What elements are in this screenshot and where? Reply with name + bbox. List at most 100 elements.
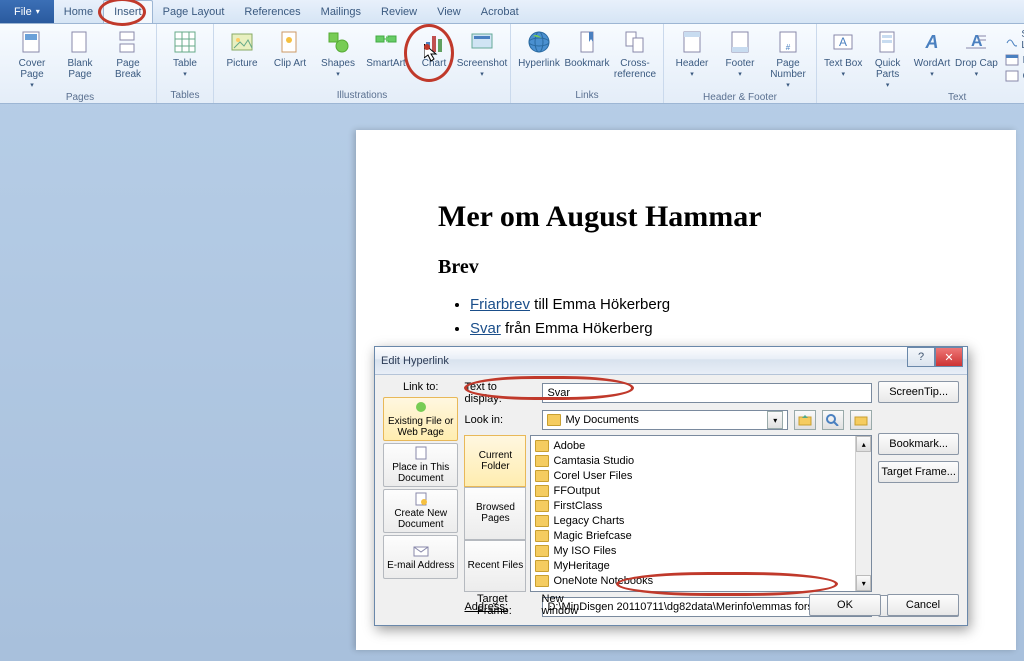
tab-file[interactable]: File [0, 0, 54, 23]
tab-page-layout[interactable]: Page Layout [153, 0, 235, 23]
btn-blank-page[interactable]: Blank Page [56, 26, 104, 80]
file-name: Corel User Files [553, 470, 632, 482]
tab-review[interactable]: Review [371, 0, 427, 23]
up-folder-button[interactable] [794, 410, 816, 430]
screentip-button[interactable]: ScreenTip... [878, 381, 959, 403]
tab-home[interactable]: Home [54, 0, 103, 23]
label: Page Number [764, 58, 812, 80]
list-item[interactable]: FFOutput [535, 483, 867, 498]
folder-icon [535, 545, 549, 557]
file-name: MyHeritage [553, 560, 609, 572]
btn-dropcap[interactable]: ADrop Cap [954, 26, 998, 79]
open-folder-icon [854, 414, 868, 426]
btn-quickparts[interactable]: Quick Parts [865, 26, 909, 90]
linkto-email[interactable]: E-mail Address [383, 535, 458, 579]
linkto-place-in-doc[interactable]: Place in This Document [383, 443, 458, 487]
text: från Emma Hökerberg [501, 320, 653, 337]
list-item[interactable]: Adobe [535, 438, 867, 453]
doc-heading-1: Mer om August Hammar [438, 200, 976, 234]
file-listbox[interactable]: Adobe Camtasia Studio Corel User Files F… [530, 435, 872, 592]
text-to-display-input[interactable] [542, 383, 872, 403]
btn-signature-line[interactable]: Signature Line▾ [1001, 28, 1024, 52]
label: Cross-reference [611, 58, 659, 80]
file-name: Camtasia Studio [553, 455, 634, 467]
list-item[interactable]: Corel User Files [535, 468, 867, 483]
btn-page-break[interactable]: Page Break [104, 26, 152, 80]
linkto-create-new[interactable]: Create New Document [383, 489, 458, 533]
ok-button[interactable]: OK [809, 594, 881, 616]
up-folder-icon [798, 414, 812, 426]
list-item[interactable]: FirstClass [535, 498, 867, 513]
list-item[interactable]: Legacy Charts [535, 513, 867, 528]
tab-mailings[interactable]: Mailings [311, 0, 371, 23]
btn-header[interactable]: Header [668, 26, 716, 79]
list-item[interactable]: OneNote Notebooks [535, 573, 867, 588]
file-name: OneNote Notebooks [553, 575, 653, 587]
btn-crossref[interactable]: Cross-reference [611, 26, 659, 80]
file-name: Magic Briefcase [553, 530, 631, 542]
label: Quick Parts [865, 58, 909, 80]
dialog-title: Edit Hyperlink [381, 355, 449, 367]
label: Cover Page [8, 58, 56, 80]
btn-shapes[interactable]: Shapes [314, 26, 362, 79]
browse-file-button[interactable] [850, 410, 872, 430]
cancel-button[interactable]: Cancel [887, 594, 959, 616]
btn-clipart[interactable]: Clip Art [266, 26, 314, 69]
page-icon [413, 446, 429, 460]
label: Screenshot [457, 58, 508, 69]
btn-cover-page[interactable]: Cover Page [8, 26, 56, 90]
menu-tab-row: File Home Insert Page Layout References … [0, 0, 1024, 24]
group-illustrations: Picture Clip Art Shapes SmartArt Chart S… [214, 24, 511, 103]
dialog-titlebar[interactable]: Edit Hyperlink ? ✕ [375, 347, 967, 375]
btn-footer[interactable]: Footer [716, 26, 764, 79]
list-item[interactable]: Camtasia Studio [535, 453, 867, 468]
btn-date-time[interactable]: Date & Time [1001, 52, 1024, 68]
browse-web-button[interactable] [822, 410, 844, 430]
label: Page Break [104, 58, 152, 80]
folder-icon [535, 470, 549, 482]
svg-text:#: # [786, 43, 791, 52]
file-name: Legacy Charts [553, 515, 624, 527]
btn-screenshot[interactable]: Screenshot [458, 26, 506, 79]
btn-page-number[interactable]: # Page Number [764, 26, 812, 90]
btn-smartart[interactable]: SmartArt [362, 26, 410, 69]
btn-bookmark[interactable]: Bookmark [563, 26, 611, 69]
object-icon [1005, 69, 1019, 83]
btn-chart[interactable]: Chart [410, 26, 458, 69]
list-item[interactable]: My ISO Files [535, 543, 867, 558]
linkto-existing-file[interactable]: Existing File or Web Page [383, 397, 458, 441]
group-label: Illustrations [337, 88, 388, 103]
btn-hyperlink[interactable]: Hyperlink [515, 26, 563, 69]
help-button[interactable]: ? [907, 347, 935, 367]
search-icon [826, 414, 840, 426]
scrollbar[interactable]: ▴▾ [855, 436, 871, 591]
chevron-down-icon[interactable]: ▾ [767, 411, 783, 429]
label: Text Box [824, 58, 862, 69]
doc-link[interactable]: Friarbrev [470, 296, 530, 313]
btn-table[interactable]: Table [161, 26, 209, 79]
btn-wordart[interactable]: AWordArt [910, 26, 954, 79]
list-item[interactable]: MyHeritage [535, 558, 867, 573]
group-label: Links [575, 88, 598, 103]
bookmark-button[interactable]: Bookmark... [878, 433, 959, 455]
btn-textbox[interactable]: AText Box [821, 26, 865, 79]
lookin-combo[interactable]: My Documents▾ [542, 410, 788, 430]
list-item[interactable]: Magic Briefcase [535, 528, 867, 543]
group-pages: Cover Page Blank Page Page Break Pages [4, 24, 157, 103]
side-browsed-pages[interactable]: Browsed Pages [464, 487, 526, 539]
scroll-down-icon[interactable]: ▾ [856, 575, 871, 591]
tab-view[interactable]: View [427, 0, 471, 23]
btn-object[interactable]: Object▾ [1001, 68, 1024, 84]
side-current-folder[interactable]: Current Folder [464, 435, 526, 487]
tab-acrobat[interactable]: Acrobat [471, 0, 529, 23]
target-frame-button[interactable]: Target Frame... [878, 461, 959, 483]
side-recent-files[interactable]: Recent Files [464, 540, 526, 592]
tab-insert[interactable]: Insert [103, 0, 153, 23]
folder-icon [535, 560, 549, 572]
tab-references[interactable]: References [234, 0, 310, 23]
scroll-up-icon[interactable]: ▴ [856, 436, 871, 452]
group-label: Pages [66, 90, 94, 105]
btn-picture[interactable]: Picture [218, 26, 266, 69]
doc-link[interactable]: Svar [470, 320, 501, 337]
close-button[interactable]: ✕ [935, 347, 963, 367]
